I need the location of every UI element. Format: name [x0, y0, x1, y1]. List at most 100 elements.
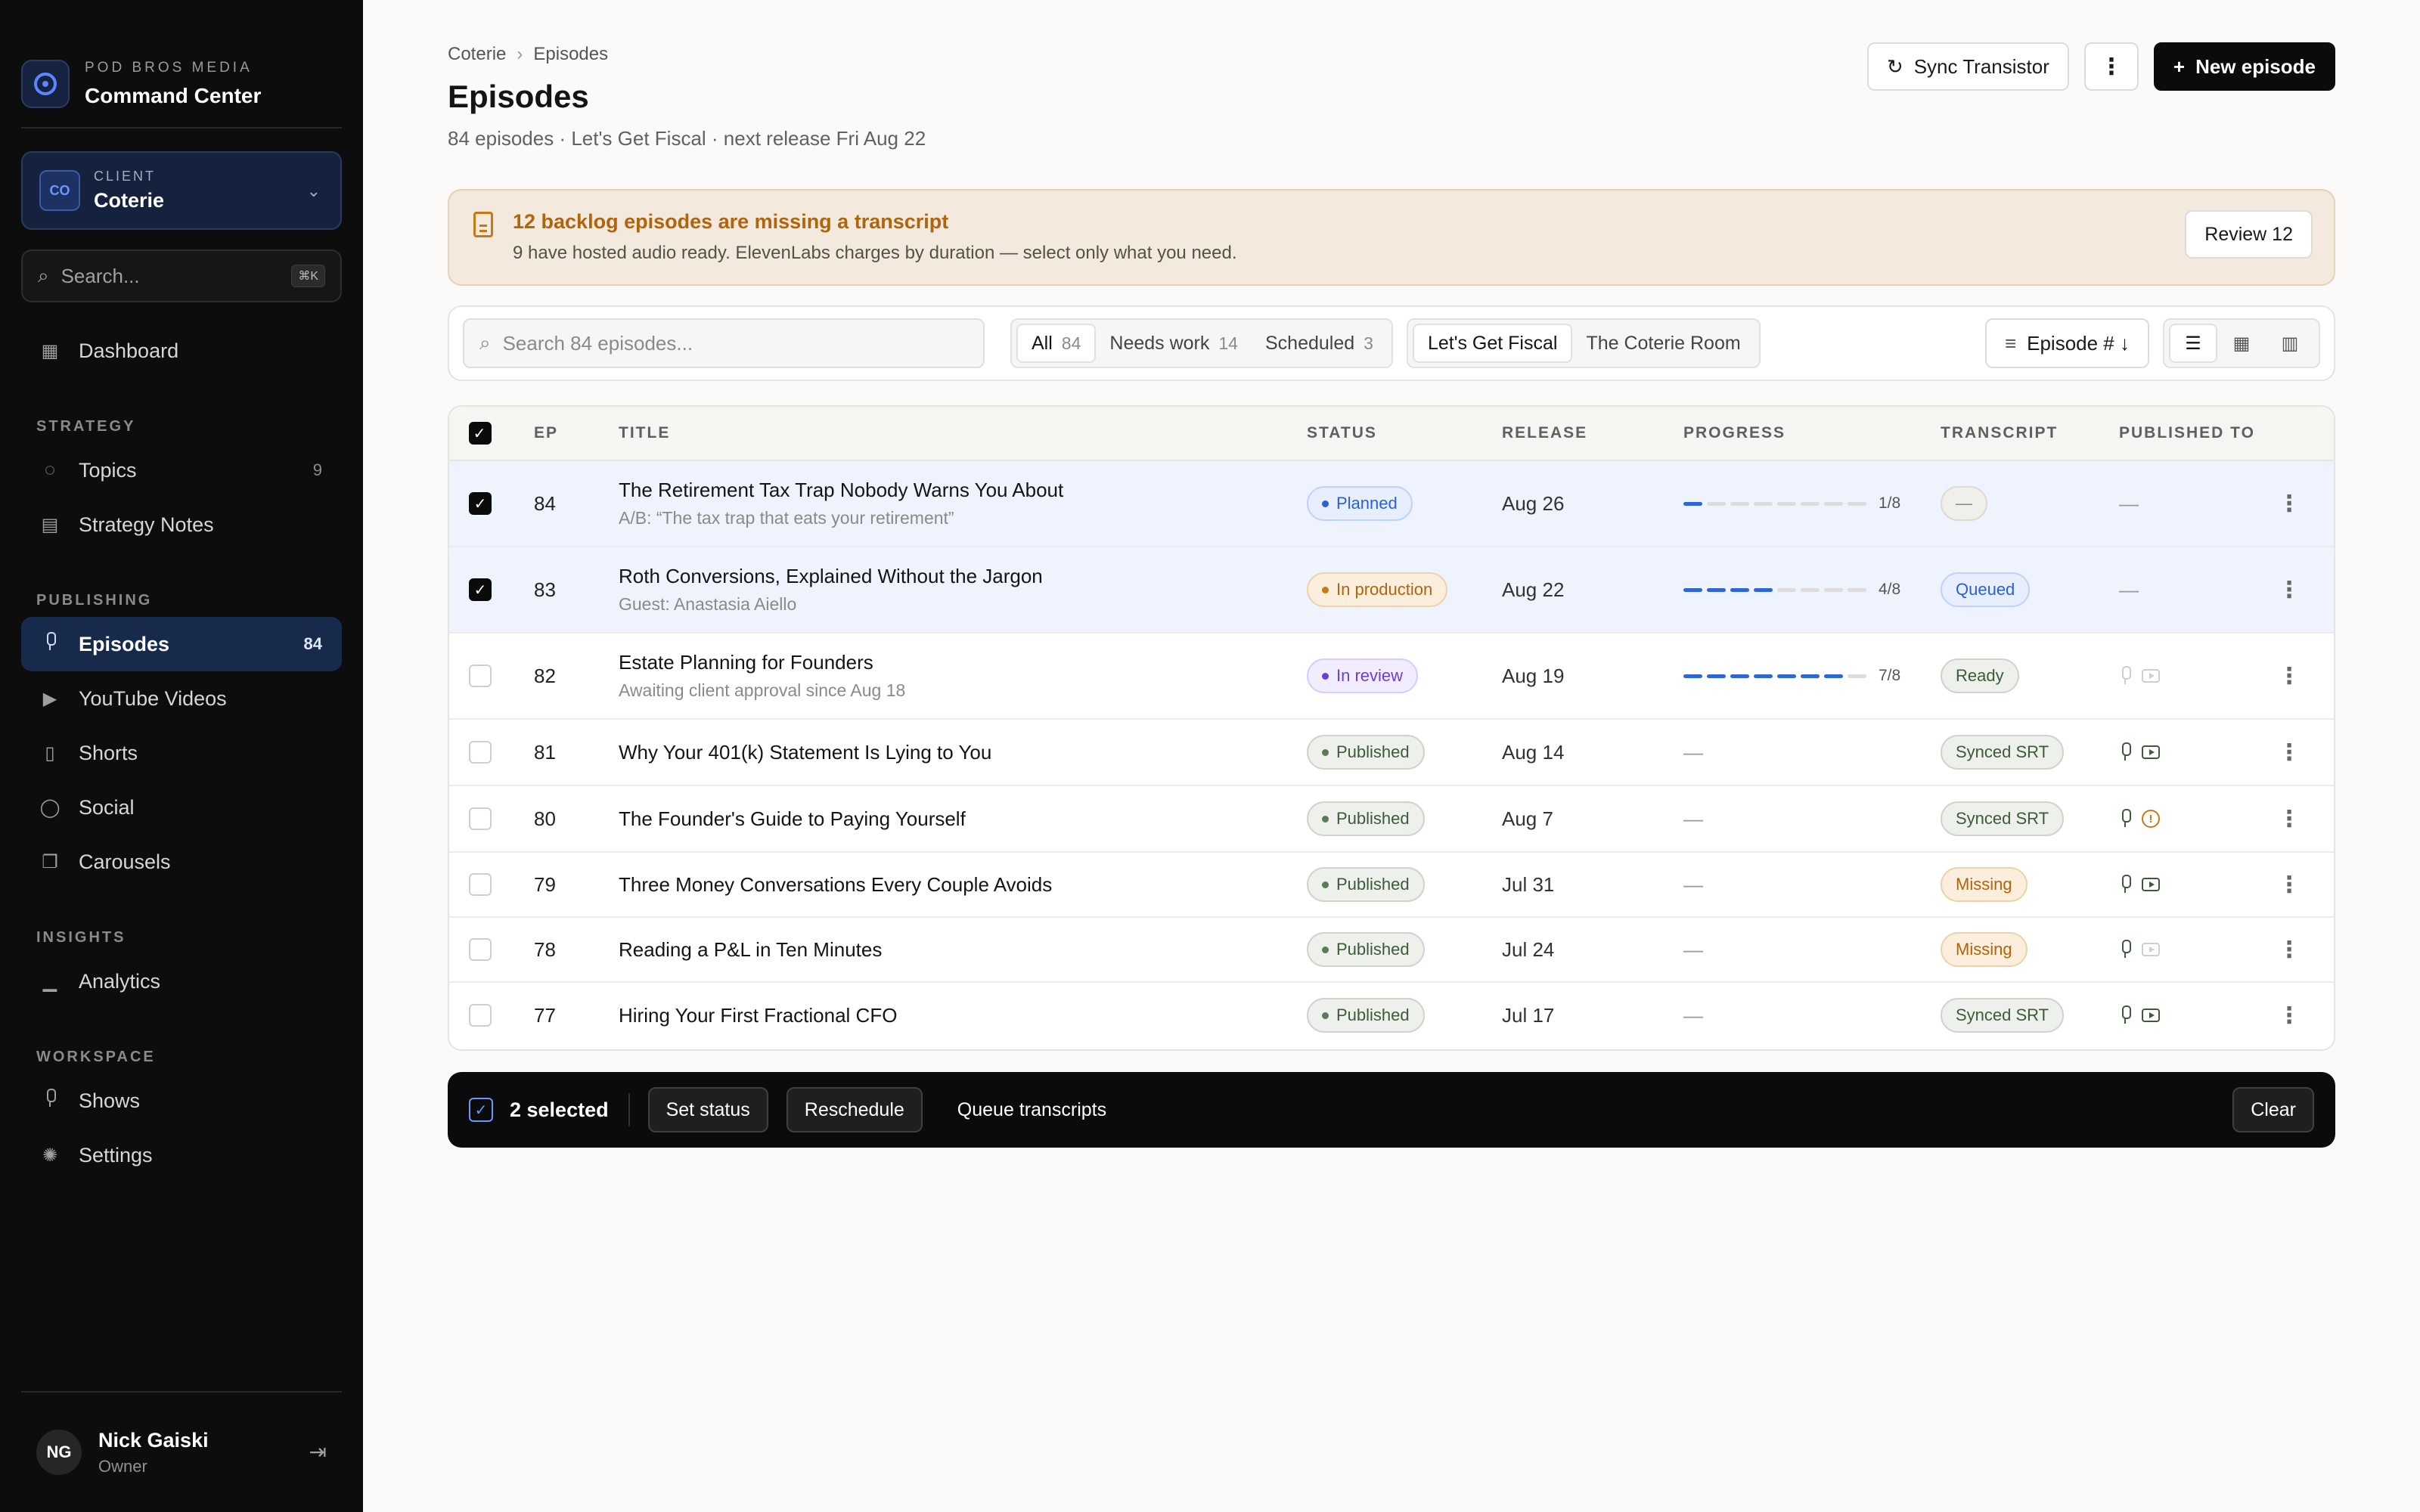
status-badge[interactable]: In review — [1307, 658, 1419, 693]
clear-selection-button[interactable]: Clear — [2232, 1087, 2314, 1132]
row-checkbox[interactable] — [469, 807, 492, 830]
status-badge[interactable]: Published — [1307, 932, 1425, 967]
list-view-icon[interactable]: ☰ — [2169, 324, 2217, 363]
table-row[interactable]: 78 Reading a P&L in Ten Minutes Published J… — [449, 918, 2334, 983]
board-view-icon[interactable]: ▥ — [2266, 324, 2314, 363]
episode-title[interactable]: The Founder's Guide to Paying Yourself — [619, 807, 1307, 831]
select-all-checkbox[interactable]: ✓ — [469, 422, 492, 445]
status-badge[interactable]: Published — [1307, 867, 1425, 902]
episode-title[interactable]: Three Money Conversations Every Couple A… — [619, 873, 1307, 897]
podcast-icon[interactable] — [2119, 875, 2131, 894]
row-more-icon[interactable]: ⋮ — [2270, 577, 2308, 603]
episode-search-input[interactable]: ⌕ Search 84 episodes... — [463, 318, 985, 368]
column-header-release[interactable]: RELEASE — [1502, 424, 1683, 442]
youtube-icon[interactable] — [2142, 878, 2160, 891]
sidebar-item-carousels[interactable]: ❐ Carousels — [21, 835, 342, 889]
sidebar-search-input[interactable]: ⌕ Search... ⌘K — [21, 249, 342, 302]
transcript-badge[interactable]: Synced SRT — [1941, 998, 2065, 1033]
table-row[interactable]: 82 Estate Planning for Founders Awaiting c… — [449, 634, 2334, 720]
transcript-badge[interactable]: Synced SRT — [1941, 801, 2065, 836]
new-episode-button[interactable]: + New episode — [2153, 42, 2335, 91]
status-badge[interactable]: Published — [1307, 998, 1425, 1033]
row-checkbox[interactable] — [469, 873, 492, 896]
set-status-button[interactable]: Set status — [647, 1087, 768, 1132]
row-checkbox[interactable] — [469, 665, 492, 687]
review-button[interactable]: Review 12 — [2185, 210, 2313, 259]
episode-title[interactable]: Why Your 401(k) Statement Is Lying to Yo… — [619, 741, 1307, 764]
table-row[interactable]: 80 The Founder's Guide to Paying Yourself… — [449, 786, 2334, 853]
row-more-icon[interactable]: ⋮ — [2270, 739, 2308, 766]
row-checkbox[interactable]: ✓ — [469, 492, 492, 515]
podcast-icon[interactable] — [2119, 666, 2131, 686]
filter-all[interactable]: All 84 — [1016, 324, 1097, 363]
transcript-badge[interactable]: Missing — [1941, 867, 2028, 902]
podcast-icon[interactable] — [2119, 809, 2131, 829]
row-checkbox[interactable] — [469, 938, 492, 961]
episode-title[interactable]: Roth Conversions, Explained Without the … — [619, 565, 1307, 588]
sidebar-item-shorts[interactable]: ▯ Shorts — [21, 726, 342, 780]
sidebar-item-shows[interactable]: Shows — [21, 1074, 342, 1128]
client-switcher[interactable]: CO CLIENT Coterie ⌄ — [21, 151, 342, 230]
show-tab-0[interactable]: Let's Get Fiscal — [1412, 324, 1573, 363]
bulk-select-checkbox[interactable]: ✓ — [469, 1098, 493, 1122]
warning-icon[interactable]: ! — [2142, 810, 2160, 828]
column-header-title[interactable]: TITLE — [619, 424, 1307, 442]
row-more-icon[interactable]: ⋮ — [2270, 937, 2308, 963]
column-header-published[interactable]: PUBLISHED TO — [2119, 424, 2270, 442]
row-more-icon[interactable]: ⋮ — [2270, 1002, 2308, 1029]
column-header-progress[interactable]: PROGRESS — [1683, 424, 1941, 442]
status-badge[interactable]: In production — [1307, 572, 1448, 607]
grid-view-icon[interactable]: ▦ — [2217, 324, 2266, 363]
row-more-icon[interactable]: ⋮ — [2270, 806, 2308, 832]
column-header-ep[interactable]: EP — [534, 424, 619, 442]
reschedule-button[interactable]: Reschedule — [786, 1087, 923, 1132]
transcript-badge[interactable]: Ready — [1941, 658, 2019, 693]
sort-button[interactable]: ≡ Episode # ↓ — [1984, 318, 2149, 368]
row-checkbox[interactable] — [469, 1004, 492, 1027]
filter-scheduled[interactable]: Scheduled 3 — [1252, 324, 1387, 363]
table-row[interactable]: ✓ 83 Roth Conversions, Explained Without t… — [449, 547, 2334, 634]
more-options-button[interactable]: ⋮ — [2083, 42, 2139, 91]
row-more-icon[interactable]: ⋮ — [2270, 663, 2308, 689]
episode-title[interactable]: Hiring Your First Fractional CFO — [619, 1004, 1307, 1027]
sidebar-item-dashboard[interactable]: ▦ Dashboard — [21, 324, 342, 378]
sidebar-item-analytics[interactable]: ▁ Analytics — [21, 954, 342, 1009]
sidebar-item-settings[interactable]: ✺ Settings — [21, 1128, 342, 1182]
table-row[interactable]: ✓ 84 The Retirement Tax Trap Nobody Warns … — [449, 461, 2334, 547]
row-more-icon[interactable]: ⋮ — [2270, 491, 2308, 517]
youtube-icon[interactable] — [2142, 1009, 2160, 1022]
transcript-badge[interactable]: Queued — [1941, 572, 2031, 607]
transcript-badge[interactable]: Synced SRT — [1941, 735, 2065, 770]
status-badge[interactable]: Planned — [1307, 486, 1413, 521]
sidebar-item-episodes[interactable]: Episodes 84 — [21, 617, 342, 671]
table-row[interactable]: 77 Hiring Your First Fractional CFO Publis… — [449, 983, 2334, 1048]
status-badge[interactable]: Published — [1307, 735, 1425, 770]
column-header-status[interactable]: STATUS — [1307, 424, 1502, 442]
episode-title[interactable]: The Retirement Tax Trap Nobody Warns You… — [619, 479, 1307, 502]
breadcrumb-item[interactable]: Coterie — [448, 44, 506, 64]
row-checkbox[interactable]: ✓ — [469, 578, 492, 601]
table-row[interactable]: 79 Three Money Conversations Every Couple… — [449, 853, 2334, 918]
queue-transcripts-button[interactable]: Queue transcripts — [941, 1087, 1123, 1132]
logout-icon[interactable]: ⇥ — [309, 1439, 327, 1464]
episode-title[interactable]: Estate Planning for Founders — [619, 651, 1307, 674]
transcript-badge[interactable]: Missing — [1941, 932, 2028, 967]
youtube-icon[interactable] — [2142, 669, 2160, 683]
youtube-icon[interactable] — [2142, 943, 2160, 956]
status-badge[interactable]: Published — [1307, 801, 1425, 836]
podcast-icon[interactable] — [2119, 940, 2131, 959]
column-header-transcript[interactable]: TRANSCRIPT — [1941, 424, 2119, 442]
filter-needs-work[interactable]: Needs work 14 — [1096, 324, 1252, 363]
podcast-icon[interactable] — [2119, 742, 2131, 762]
row-checkbox[interactable] — [469, 741, 492, 764]
episode-title[interactable]: Reading a P&L in Ten Minutes — [619, 938, 1307, 962]
podcast-icon[interactable] — [2119, 1005, 2131, 1025]
table-row[interactable]: 81 Why Your 401(k) Statement Is Lying to … — [449, 720, 2334, 786]
sidebar-item-topics[interactable]: ◌ Topics 9 — [21, 443, 342, 497]
row-more-icon[interactable]: ⋮ — [2270, 872, 2308, 898]
sidebar-item-youtube-videos[interactable]: ▶ YouTube Videos — [21, 671, 342, 726]
sync-transistor-button[interactable]: ↻ Sync Transistor — [1866, 42, 2069, 91]
sidebar-item-strategy-notes[interactable]: ▤ Strategy Notes — [21, 497, 342, 552]
youtube-icon[interactable] — [2142, 745, 2160, 759]
show-tab-1[interactable]: The Coterie Room — [1572, 324, 1754, 363]
